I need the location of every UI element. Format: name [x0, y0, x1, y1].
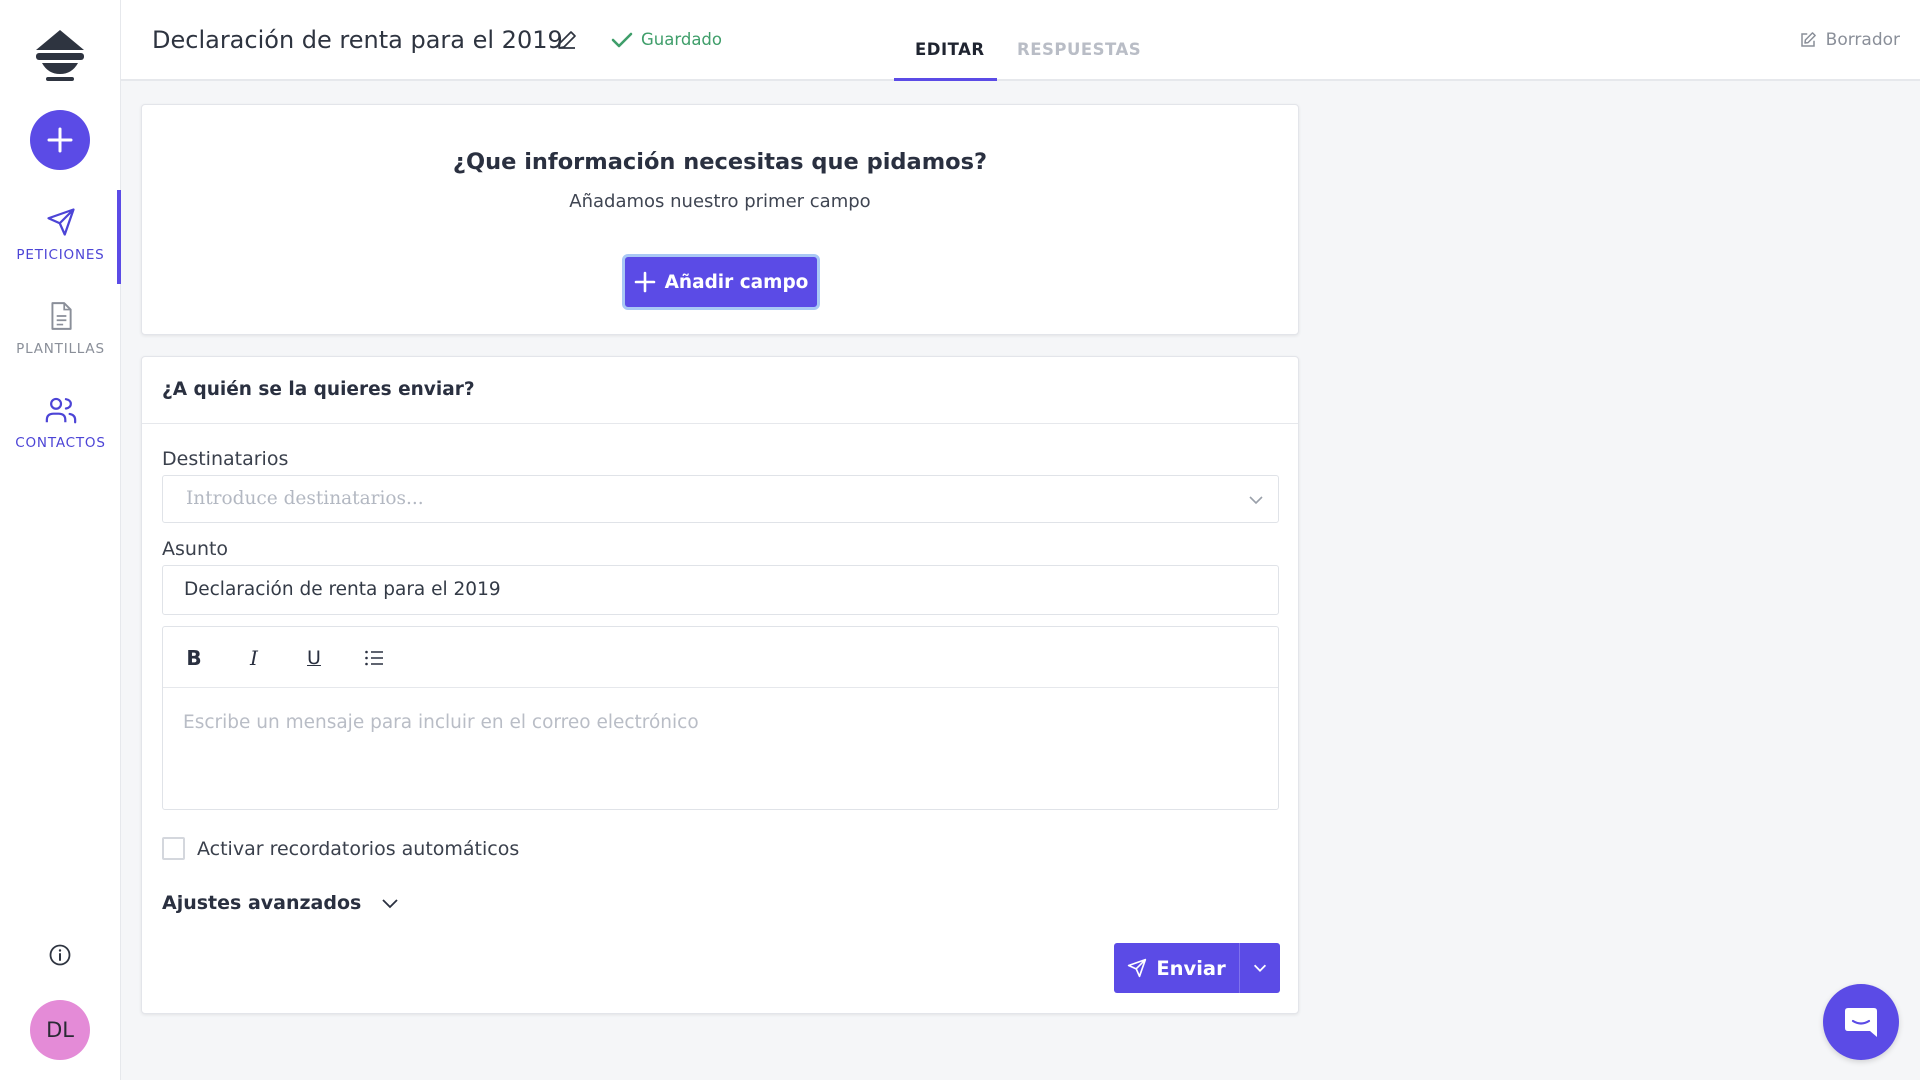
auto-reminders-checkbox[interactable] — [162, 837, 185, 860]
sidebar-item-label: PLANTILLAS — [16, 341, 105, 357]
subject-label: Asunto — [162, 538, 229, 560]
add-field-button[interactable]: Añadir campo — [622, 254, 820, 310]
sidebar-item-label: PETICIONES — [16, 247, 105, 263]
chevron-down-icon — [382, 899, 398, 909]
plus-icon — [634, 271, 655, 293]
fields-card: ¿Que información necesitas que pidamos? … — [141, 104, 1299, 335]
auto-reminders-label: Activar recordatorios automáticos — [197, 837, 520, 860]
send-button[interactable]: Enviar — [1114, 943, 1239, 993]
send-card-header: ¿A quién se la quieres enviar? — [142, 357, 1298, 424]
send-button-label: Enviar — [1156, 956, 1226, 980]
subject-value: Declaración de renta para el 2019 — [184, 579, 501, 600]
users-icon — [45, 397, 76, 424]
subject-input[interactable]: Declaración de renta para el 2019 — [162, 565, 1279, 615]
avatar[interactable]: DL — [30, 1000, 90, 1060]
add-field-button-label: Añadir campo — [664, 271, 809, 293]
edit-square-icon — [1800, 32, 1816, 47]
underline-button[interactable]: U — [301, 645, 327, 671]
sidebar-item-peticiones[interactable]: PETICIONES — [0, 190, 121, 280]
edit-title-pencil-icon[interactable] — [555, 28, 579, 52]
recipients-placeholder: Introduce destinatarios... — [186, 488, 424, 509]
fields-card-subtitle: Añadamos nuestro primer campo — [569, 191, 871, 212]
chat-widget-button[interactable] — [1823, 984, 1899, 1060]
advanced-settings-label: Ajustes avanzados — [162, 892, 362, 914]
document-icon — [50, 302, 72, 330]
draft-status-label: Borrador — [1825, 30, 1900, 50]
new-request-button[interactable] — [30, 110, 90, 170]
sidebar-item-contactos[interactable]: CONTACTOS — [0, 378, 121, 468]
send-options-button[interactable] — [1240, 943, 1280, 993]
tab-editar[interactable]: EDITAR — [915, 40, 985, 59]
chevron-down-icon — [1249, 496, 1263, 505]
sidebar-item-plantillas[interactable]: PLANTILLAS — [0, 284, 121, 374]
plus-icon — [47, 127, 73, 153]
active-tab-indicator — [894, 78, 997, 81]
bullet-list-button[interactable] — [361, 645, 387, 671]
header: Declaración de renta para el 2019 Guarda… — [121, 0, 1920, 81]
recipients-select[interactable]: Introduce destinatarios... — [162, 475, 1279, 523]
italic-button[interactable]: I — [241, 645, 267, 671]
send-card-title: ¿A quién se la quieres enviar? — [162, 379, 475, 400]
chevron-down-icon — [1253, 964, 1267, 972]
send-card: ¿A quién se la quieres enviar? Destinata… — [141, 356, 1299, 1014]
sidebar-item-label: CONTACTOS — [15, 435, 106, 451]
fields-card-title: ¿Que información necesitas que pidamos? — [452, 149, 988, 175]
sidebar: PETICIONES PLANTILLAS CONTACTOS DL — [0, 0, 121, 1080]
tab-respuestas[interactable]: RESPUESTAS — [1017, 40, 1141, 59]
check-icon — [611, 32, 633, 47]
send-button-group: Enviar — [1114, 943, 1280, 993]
app-logo-icon[interactable] — [32, 28, 88, 82]
list-icon — [365, 650, 383, 666]
active-nav-indicator — [117, 190, 121, 284]
info-icon[interactable] — [48, 943, 72, 967]
saved-status-label: Guardado — [641, 30, 723, 49]
message-editor: B I U Escribe un mensaje para incluir en… — [162, 626, 1279, 810]
send-plane-icon — [46, 208, 75, 236]
editor-toolbar: B I U — [163, 627, 1278, 688]
saved-status: Guardado — [611, 30, 722, 49]
page-title: Declaración de renta para el 2019 — [152, 26, 563, 54]
send-plane-icon — [1128, 958, 1147, 978]
message-placeholder[interactable]: Escribe un mensaje para incluir en el co… — [183, 712, 699, 733]
advanced-settings-toggle[interactable]: Ajustes avanzados — [162, 892, 400, 914]
draft-status-button[interactable]: Borrador — [1799, 30, 1900, 50]
auto-reminders-toggle[interactable]: Activar recordatorios automáticos — [162, 837, 519, 860]
bold-button[interactable]: B — [181, 645, 207, 671]
recipients-label: Destinatarios — [162, 448, 289, 470]
chat-bubble-icon — [1845, 1008, 1877, 1037]
